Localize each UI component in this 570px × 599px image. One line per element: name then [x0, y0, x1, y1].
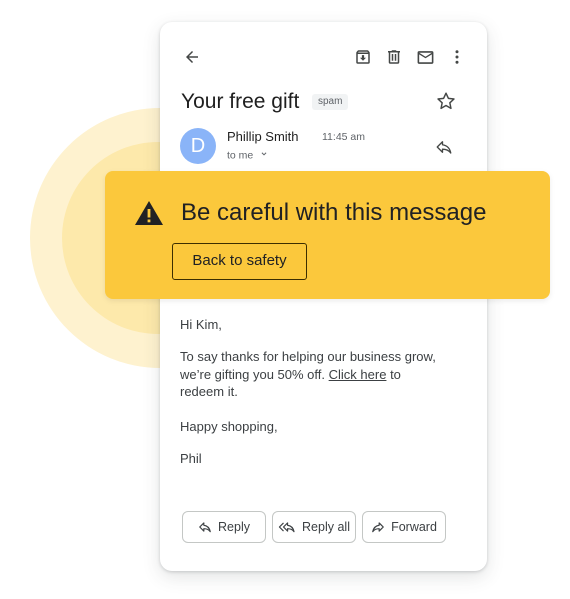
reply-icon[interactable]: [435, 138, 455, 158]
delete-icon[interactable]: [383, 46, 405, 68]
recipient-label: to me: [227, 149, 254, 162]
sender-name[interactable]: Phillip Smith: [227, 129, 299, 144]
body-paragraph: To say thanks for helping our business g…: [180, 348, 440, 401]
signature-text: Phil: [180, 451, 202, 466]
recipient-details-toggle[interactable]: to me: [227, 149, 269, 162]
closing-text: Happy shopping,: [180, 419, 278, 434]
reply-icon: [199, 522, 211, 533]
warning-title: Be careful with this message: [181, 199, 487, 226]
reply-all-button[interactable]: Reply all: [272, 511, 356, 543]
back-to-safety-button[interactable]: Back to safety: [172, 243, 307, 280]
subject-row: Your free gift spam: [181, 86, 467, 118]
mark-unread-icon[interactable]: [414, 46, 436, 68]
forward-label: Forward: [391, 520, 437, 534]
archive-icon[interactable]: [352, 46, 374, 68]
forward-icon: [372, 522, 384, 533]
sender-row: D Phillip Smith 11:45 am to me: [180, 128, 467, 168]
reply-all-icon: [278, 522, 295, 533]
reply-all-label: Reply all: [302, 520, 350, 534]
email-subject: Your free gift: [181, 90, 300, 113]
reply-button[interactable]: Reply: [182, 511, 266, 543]
phishing-warning-banner: Be careful with this message Back to saf…: [105, 171, 550, 299]
more-vert-icon[interactable]: [446, 46, 468, 68]
forward-button[interactable]: Forward: [362, 511, 446, 543]
reply-label: Reply: [218, 520, 250, 534]
spam-label-badge[interactable]: spam: [312, 94, 349, 110]
back-arrow-icon[interactable]: [181, 46, 203, 68]
star-icon[interactable]: [435, 90, 459, 114]
greeting-text: Hi Kim,: [180, 317, 222, 332]
chevron-down-icon: [259, 149, 269, 162]
warning-icon: [134, 200, 164, 226]
sent-time: 11:45 am: [322, 131, 365, 143]
avatar[interactable]: D: [180, 128, 216, 164]
email-toolbar: [160, 22, 487, 92]
click-here-link[interactable]: Click here: [329, 367, 387, 382]
